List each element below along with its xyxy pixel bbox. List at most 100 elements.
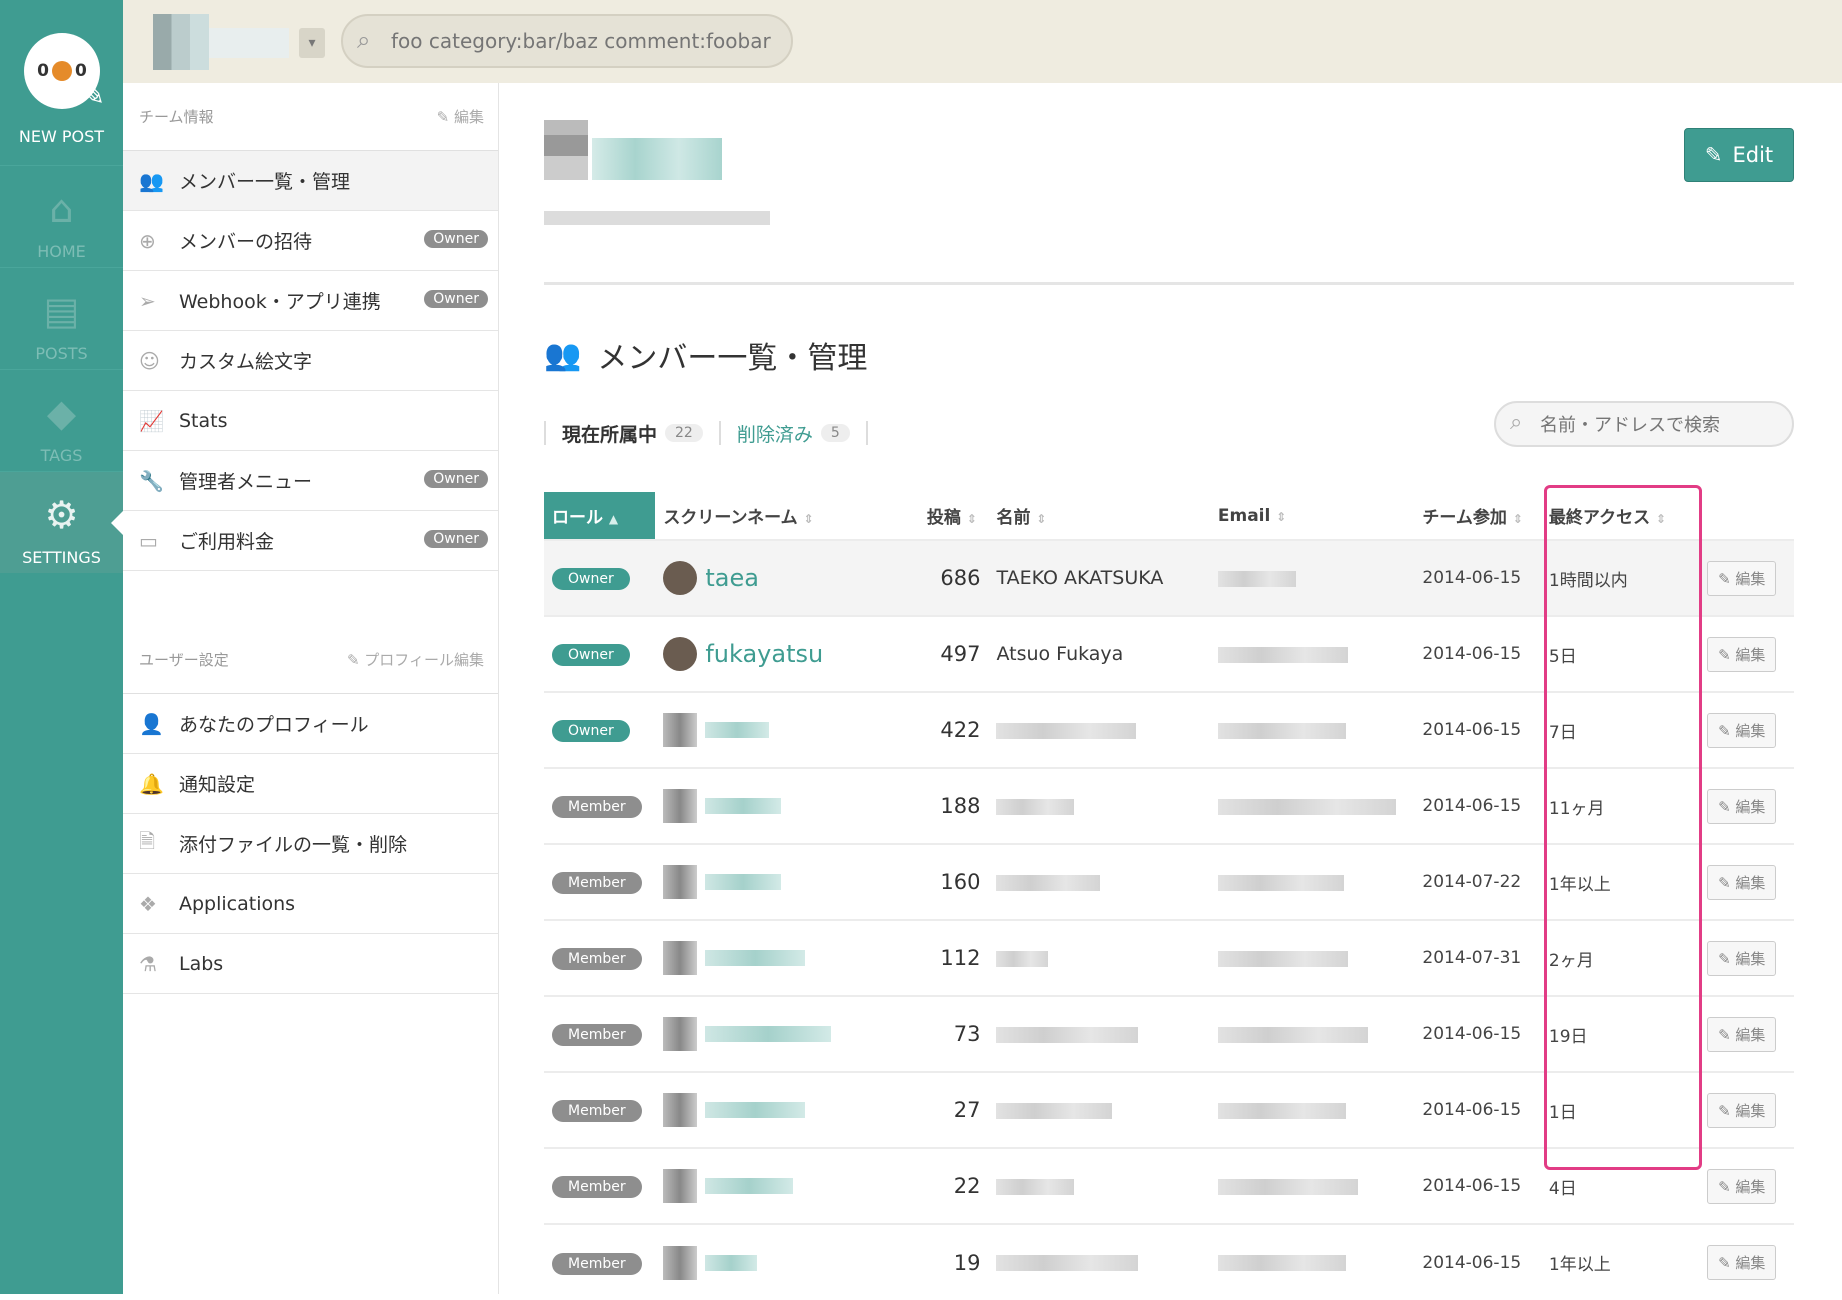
search-input[interactable] xyxy=(391,26,771,56)
column-header-email[interactable]: Email ⇕ xyxy=(1210,492,1415,540)
rail-item-home[interactable]: ⌂ HOME xyxy=(0,165,123,267)
joined-cell: 2014-06-15 xyxy=(1414,1147,1541,1224)
edit-member-button[interactable]: ✎ 編集 xyxy=(1707,1092,1777,1128)
sidebar-item-labs[interactable]: ⚗ Labs xyxy=(123,934,498,994)
rail-item-tags[interactable]: ◆ TAGS xyxy=(0,369,123,471)
screen-name-link[interactable] xyxy=(705,722,770,738)
sidebar-item-stats[interactable]: 📈 Stats xyxy=(123,391,498,451)
team-switcher-avatar[interactable] xyxy=(153,14,209,70)
sidebar-item-admin[interactable]: 🔧 管理者メニュー Owner xyxy=(123,451,498,511)
chevron-down-icon[interactable]: ▾ xyxy=(299,28,325,58)
last-access-cell: 1時間以内 xyxy=(1540,539,1700,616)
edit-member-button[interactable]: ✎ 編集 xyxy=(1707,1168,1777,1204)
screen-name-link[interactable] xyxy=(705,1178,794,1194)
table-row: Owner taea 686 TAEKO AKATSUKA 2014-06-15… xyxy=(544,539,1794,616)
screen-name-link[interactable]: taea xyxy=(705,564,759,592)
sidebar-item-label: 管理者メニュー xyxy=(179,471,313,493)
sidebar-item-notifications[interactable]: 🔔 通知設定 xyxy=(123,754,498,814)
actions-cell: ✎ 編集 xyxy=(1699,843,1794,920)
avatar[interactable] xyxy=(663,865,698,899)
column-header-role[interactable]: ロール ▲ xyxy=(544,492,656,540)
column-label: Email xyxy=(1217,505,1271,526)
new-post-area[interactable]: 0 0 ✎ NEW POST xyxy=(0,0,123,165)
table-header-row: ロール ▲ スクリーンネーム ⇕ 投稿 ⇕ 名前 ⇕ Email ⇕ チーム参加… xyxy=(544,492,1794,540)
avatar[interactable] xyxy=(663,1093,698,1127)
sort-icon: ⇕ xyxy=(1036,512,1047,526)
edit-member-button[interactable]: ✎ 編集 xyxy=(1707,940,1777,976)
avatar[interactable] xyxy=(663,1245,698,1280)
edit-member-button[interactable]: ✎ 編集 xyxy=(1707,864,1777,900)
owner-badge: Owner xyxy=(424,230,488,248)
member-name: Atsuo Fukaya xyxy=(996,643,1124,665)
joined-cell: 2014-07-31 xyxy=(1414,919,1541,996)
sidebar-item-billing[interactable]: ▭ ご利用料金 Owner xyxy=(123,511,498,571)
screen-name-link[interactable] xyxy=(705,950,806,966)
column-label: 最終アクセス xyxy=(1548,508,1651,528)
member-search[interactable]: ⌕ xyxy=(1494,401,1794,447)
sidebar-item-webhook[interactable]: ➢ Webhook・アプリ連携 Owner xyxy=(123,271,498,331)
edit-member-button[interactable]: ✎ 編集 xyxy=(1707,788,1777,824)
screen-name-link[interactable] xyxy=(705,1026,832,1042)
screen-name-link[interactable]: fukayatsu xyxy=(705,640,823,668)
avatar[interactable] xyxy=(663,561,698,595)
column-header-last-access[interactable]: 最終アクセス ⇕ xyxy=(1541,492,1699,540)
column-header-actions xyxy=(1699,492,1794,540)
column-header-posts[interactable]: 投稿 ⇕ xyxy=(919,492,989,540)
team-edit-link[interactable]: ✎ 編集 xyxy=(437,106,484,127)
screen-name-link[interactable] xyxy=(705,798,782,814)
screen-name-link[interactable] xyxy=(705,1254,758,1271)
member-search-input[interactable] xyxy=(1540,411,1780,439)
avatar[interactable] xyxy=(663,789,698,823)
avatar[interactable] xyxy=(663,1017,698,1051)
screen-name-cell xyxy=(655,767,919,844)
email-value xyxy=(1217,570,1296,587)
screen-name-link[interactable] xyxy=(705,1102,806,1118)
sidebar-item-emoji[interactable]: ☺ カスタム絵文字 xyxy=(123,331,498,391)
rail-item-settings[interactable]: ⚙ SETTINGS xyxy=(0,471,124,573)
avatar[interactable] xyxy=(663,1169,698,1203)
team-switcher-name[interactable] xyxy=(209,28,289,58)
tab-separator xyxy=(865,421,868,445)
posts-cell: 27 xyxy=(918,1071,989,1148)
edit-member-button[interactable]: ✎ 編集 xyxy=(1707,1016,1777,1052)
last-access-cell: 1年以上 xyxy=(1540,843,1700,920)
email-cell xyxy=(1209,615,1415,692)
sort-icon: ⇕ xyxy=(803,512,814,526)
edit-member-button[interactable]: ✎ 編集 xyxy=(1707,712,1777,748)
sidebar-item-profile[interactable]: 👤 あなたのプロフィール xyxy=(123,694,498,754)
posts-cell: 112 xyxy=(918,919,989,996)
edit-team-button[interactable]: ✎ Edit xyxy=(1684,128,1794,182)
role-cell: Owner xyxy=(544,539,656,616)
profile-edit-link[interactable]: ✎ プロフィール編集 xyxy=(347,649,484,670)
role-cell: Member xyxy=(544,1147,656,1224)
logo-dot xyxy=(52,61,72,81)
edit-label: 編集 xyxy=(1735,1025,1766,1044)
edit-member-button[interactable]: ✎ 編集 xyxy=(1707,1245,1777,1280)
tab-deleted-members[interactable]: 削除済み 5 xyxy=(737,420,850,447)
sidebar-item-applications[interactable]: ❖ Applications xyxy=(123,874,498,934)
tab-current-members[interactable]: 現在所属中 22 xyxy=(562,420,703,447)
avatar[interactable] xyxy=(663,941,698,975)
bell-icon: 🔔 xyxy=(139,771,164,796)
avatar[interactable] xyxy=(663,713,698,747)
sidebar-item-label: Webhook・アプリ連携 xyxy=(179,291,381,313)
sidebar-item-invite[interactable]: ⊕ メンバーの招待 Owner xyxy=(123,211,498,271)
divider xyxy=(544,282,1794,285)
sidebar-item-attachments[interactable]: 🗎 添付ファイルの一覧・削除 xyxy=(123,814,498,874)
team-name xyxy=(592,138,722,180)
table-row: Member 73 2014-06-15 19日 ✎ 編集 xyxy=(544,995,1794,1072)
rail-item-posts[interactable]: ▤ POSTS xyxy=(0,267,123,369)
column-header-name[interactable]: 名前 ⇕ xyxy=(988,492,1209,540)
screen-name-link[interactable] xyxy=(705,874,782,890)
new-post-button[interactable]: NEW POST xyxy=(0,127,123,146)
tab-separator xyxy=(544,421,546,445)
avatar[interactable] xyxy=(663,637,698,671)
edit-member-button[interactable]: ✎ 編集 xyxy=(1707,560,1777,596)
column-header-joined[interactable]: チーム参加 ⇕ xyxy=(1414,492,1541,540)
column-header-screen-name[interactable]: スクリーンネーム ⇕ xyxy=(655,492,919,540)
sidebar-item-members[interactable]: 👥 メンバー一覧・管理 xyxy=(123,151,498,211)
edit-member-button[interactable]: ✎ 編集 xyxy=(1707,636,1777,672)
global-search[interactable]: ⌕ xyxy=(341,14,793,68)
name-cell xyxy=(988,995,1210,1072)
screen-name-cell xyxy=(655,843,919,920)
